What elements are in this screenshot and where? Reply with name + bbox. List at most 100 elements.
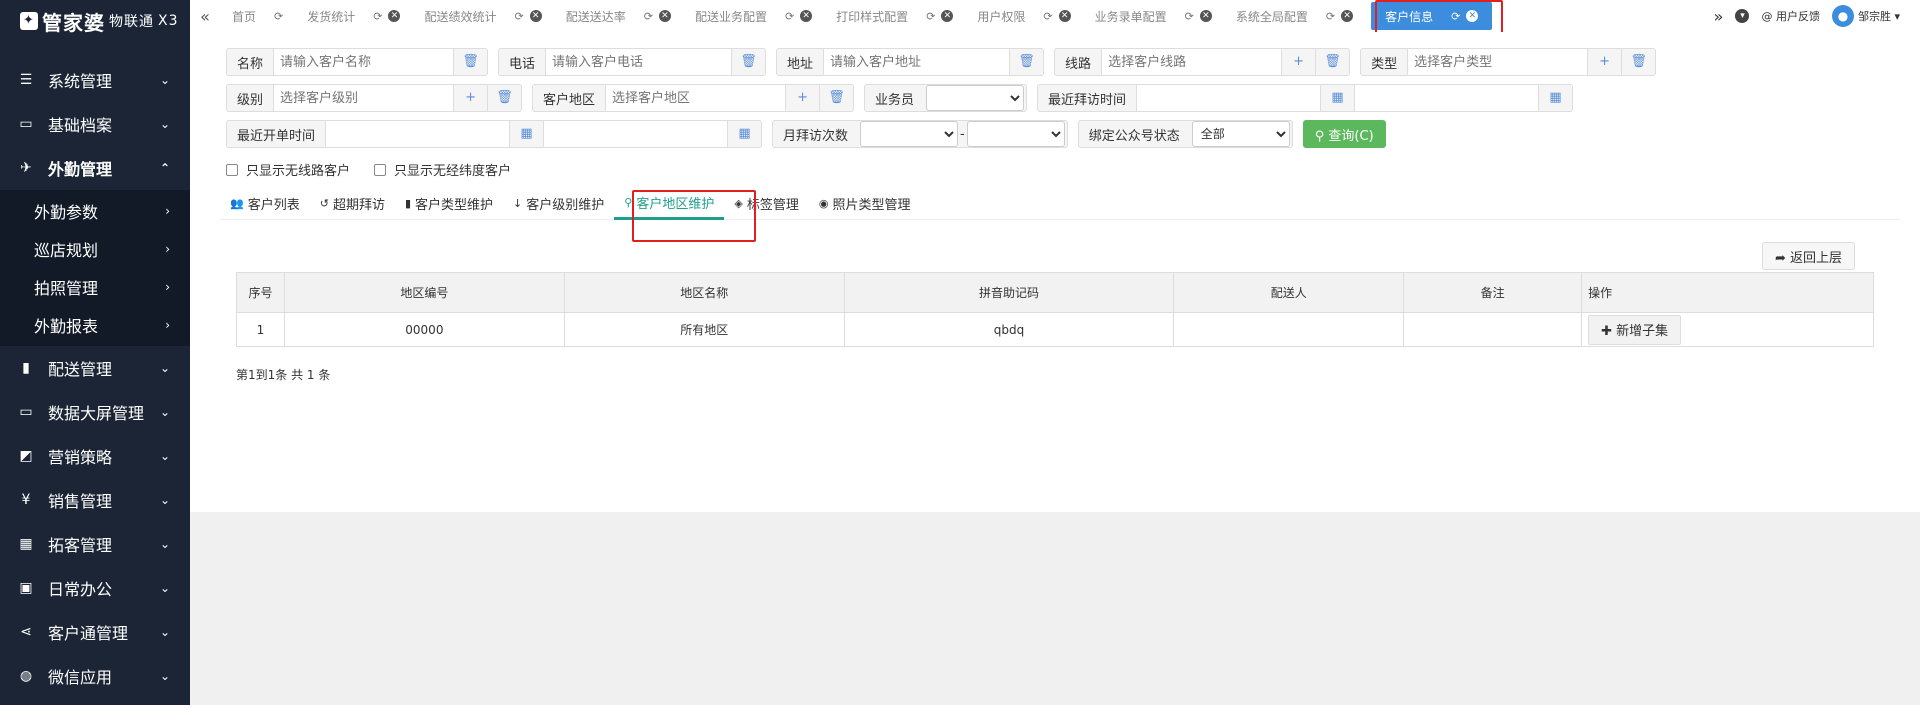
sidebar-menu: ☰ 系统管理 ⌄ ▭ 基础档案 ⌄ ✈ 外勤管理 ⌃ 外勤参数 › 巡店规划 › 拍照管理 › 外勤报表 › ▮ 配… [0, 58, 190, 698]
plus-icon[interactable]: + [453, 85, 488, 111]
subtab-3[interactable]: ↓ 客户级别维护 [503, 188, 614, 220]
type-input[interactable] [1407, 49, 1588, 75]
grid-icon: ▦ [19, 536, 33, 552]
sidebar-item-10[interactable]: ◍ 微信应用 ⌄ [0, 654, 190, 698]
trash-icon[interactable]: 🗑 [819, 85, 854, 111]
tab-label: 配送绩效统计 [424, 9, 497, 24]
sidebar-item-3[interactable]: ▮ 配送管理 ⌄ [0, 346, 190, 390]
close-icon[interactable]: ✕ [1058, 10, 1071, 22]
tab-5[interactable]: 打印样式配置 ⟳ ✕ [824, 0, 965, 32]
submenu-item-label: 外勤报表 [34, 317, 99, 336]
add-child-button[interactable]: ✚ 新增子集 [1588, 314, 1682, 345]
submenu-item-0[interactable]: 外勤参数 › [0, 192, 190, 230]
close-icon[interactable]: ✕ [941, 10, 954, 22]
subtab-0[interactable]: 👥 客户列表 [220, 188, 310, 220]
close-icon[interactable]: ✕ [388, 10, 401, 22]
collapse-sidebar-icon[interactable]: « [190, 7, 220, 26]
plus-icon[interactable]: + [1281, 49, 1316, 75]
no-route-label: 只显示无线路客户 [246, 164, 351, 179]
filter-region-label: 客户地区 [543, 92, 596, 108]
plus-icon[interactable]: + [1587, 49, 1622, 75]
filter-type: 类型 + 🗑 [1360, 48, 1657, 76]
no-route-checkbox[interactable]: 只显示无线路客户 [226, 160, 350, 179]
trash-icon[interactable]: 🗑 [487, 85, 522, 111]
checkbox-box[interactable] [226, 163, 238, 176]
tab-1[interactable]: 发货统计 ⟳ ✕ [295, 0, 412, 32]
sidebar-item-6[interactable]: ¥ 销售管理 ⌄ [0, 478, 190, 522]
subtab-1[interactable]: ↺ 超期拜访 [310, 188, 395, 220]
tab-8[interactable]: 系统全局配置 ⟳ ✕ [1224, 0, 1365, 32]
plus-icon[interactable]: + [785, 85, 820, 111]
close-icon[interactable]: ✕ [800, 10, 813, 22]
tab-7[interactable]: 业务录单配置 ⟳ ✕ [1083, 0, 1224, 32]
calendar-icon[interactable]: ▦ [509, 121, 544, 147]
refresh-icon[interactable]: ⟳ [373, 10, 382, 23]
refresh-icon[interactable]: ⟳ [514, 10, 523, 23]
calendar-icon[interactable]: ▦ [1320, 85, 1355, 111]
last-order-start-input[interactable] [325, 121, 510, 147]
monthly-visits-min-select[interactable] [860, 121, 959, 147]
last-visit-end-input[interactable] [1354, 85, 1539, 111]
query-button[interactable]: ⚲ 查询(C) [1302, 120, 1386, 148]
address-input[interactable] [823, 49, 1010, 75]
trash-icon[interactable]: 🗑 [1315, 49, 1350, 75]
plane-icon: ✈ [20, 160, 32, 176]
refresh-icon[interactable]: ⟳ [274, 10, 283, 23]
sidebar-item-7[interactable]: ▦ 拓客管理 ⌄ [0, 522, 190, 566]
sidebar-item-0[interactable]: ☰ 系统管理 ⌄ [0, 58, 190, 102]
trash-icon[interactable]: 🗑 [1009, 49, 1044, 75]
salesman-select[interactable] [926, 85, 1025, 111]
sidebar: ✦ 管家婆 物联通 X3 ☰ 系统管理 ⌄ ▭ 基础档案 ⌄ ✈ 外勤管理 ⌃ 外勤参数 › 巡店规划… [0, 0, 190, 705]
filter-address-label: 地址 [787, 56, 814, 72]
feedback-link[interactable]: @ 用户反馈 [1761, 8, 1820, 24]
scroll-right-icon[interactable]: » [1714, 7, 1724, 26]
checkbox-box[interactable] [374, 163, 387, 176]
route-input[interactable] [1101, 49, 1282, 75]
close-icon[interactable]: ✕ [1199, 10, 1212, 22]
trash-icon[interactable]: 🗑 [453, 49, 488, 75]
region-input[interactable] [605, 85, 786, 111]
tab-4[interactable]: 配送业务配置 ⟳ ✕ [683, 0, 824, 32]
filter-last-order-label: 最近开单时间 [237, 128, 316, 144]
close-icon[interactable]: ✕ [1341, 10, 1354, 22]
sidebar-item-1[interactable]: ▭ 基础档案 ⌄ [0, 102, 190, 146]
calendar-icon[interactable]: ▦ [727, 121, 762, 147]
level-input[interactable] [273, 85, 454, 111]
wechat-bind-select[interactable]: 全部 [1191, 121, 1290, 147]
monthly-visits-max-select[interactable] [966, 121, 1065, 147]
submenu-item-2[interactable]: 拍照管理 › [0, 268, 190, 306]
refresh-icon[interactable]: ⟳ [644, 10, 653, 23]
tab-6[interactable]: 用户权限 ⟳ ✕ [965, 0, 1082, 32]
no-coords-checkbox[interactable]: 只显示无经纬度客户 [374, 160, 511, 179]
tab-3[interactable]: 配送送达率 ⟳ ✕ [554, 0, 683, 32]
sidebar-item-9[interactable]: ⋖ 客户通管理 ⌄ [0, 610, 190, 654]
refresh-icon[interactable]: ⟳ [1326, 10, 1335, 23]
name-input[interactable] [273, 49, 454, 75]
submenu-item-1[interactable]: 巡店规划 › [0, 230, 190, 268]
trash-icon[interactable]: 🗑 [731, 49, 766, 75]
tabs-dropdown-icon[interactable]: ▾ [1735, 9, 1750, 23]
close-icon[interactable]: ✕ [529, 10, 542, 22]
refresh-icon[interactable]: ⟳ [1043, 10, 1052, 23]
refresh-icon[interactable]: ⟳ [1185, 10, 1194, 23]
sidebar-item-2[interactable]: ✈ 外勤管理 ⌃ [0, 146, 190, 190]
sidebar-item-5[interactable]: ◩ 营销策略 ⌄ [0, 434, 190, 478]
back-button[interactable]: ➦ 返回上层 [1762, 242, 1856, 270]
refresh-icon[interactable]: ⟳ [785, 10, 794, 23]
subtab-6[interactable]: ◉ 照片类型管理 [809, 188, 921, 220]
camera-icon: ◉ [818, 197, 829, 210]
tab-2[interactable]: 配送绩效统计 ⟳ ✕ [412, 0, 553, 32]
submenu-item-3[interactable]: 外勤报表 › [0, 306, 190, 344]
last-visit-start-input[interactable] [1136, 85, 1321, 111]
subtab-2[interactable]: ▮ 客户类型维护 [395, 188, 503, 220]
refresh-icon[interactable]: ⟳ [926, 10, 935, 23]
close-icon[interactable]: ✕ [658, 10, 671, 22]
last-order-end-input[interactable] [543, 121, 728, 147]
trash-icon[interactable]: 🗑 [1621, 49, 1656, 75]
sidebar-item-8[interactable]: ▣ 日常办公 ⌄ [0, 566, 190, 610]
calendar-icon[interactable]: ▦ [1538, 85, 1573, 111]
sidebar-item-4[interactable]: ▭ 数据大屏管理 ⌄ [0, 390, 190, 434]
user-menu[interactable]: ● 邹宗胜 ▾ [1831, 5, 1900, 27]
phone-input[interactable] [545, 49, 732, 75]
tab-0[interactable]: 首页 ⟳ [220, 0, 295, 32]
